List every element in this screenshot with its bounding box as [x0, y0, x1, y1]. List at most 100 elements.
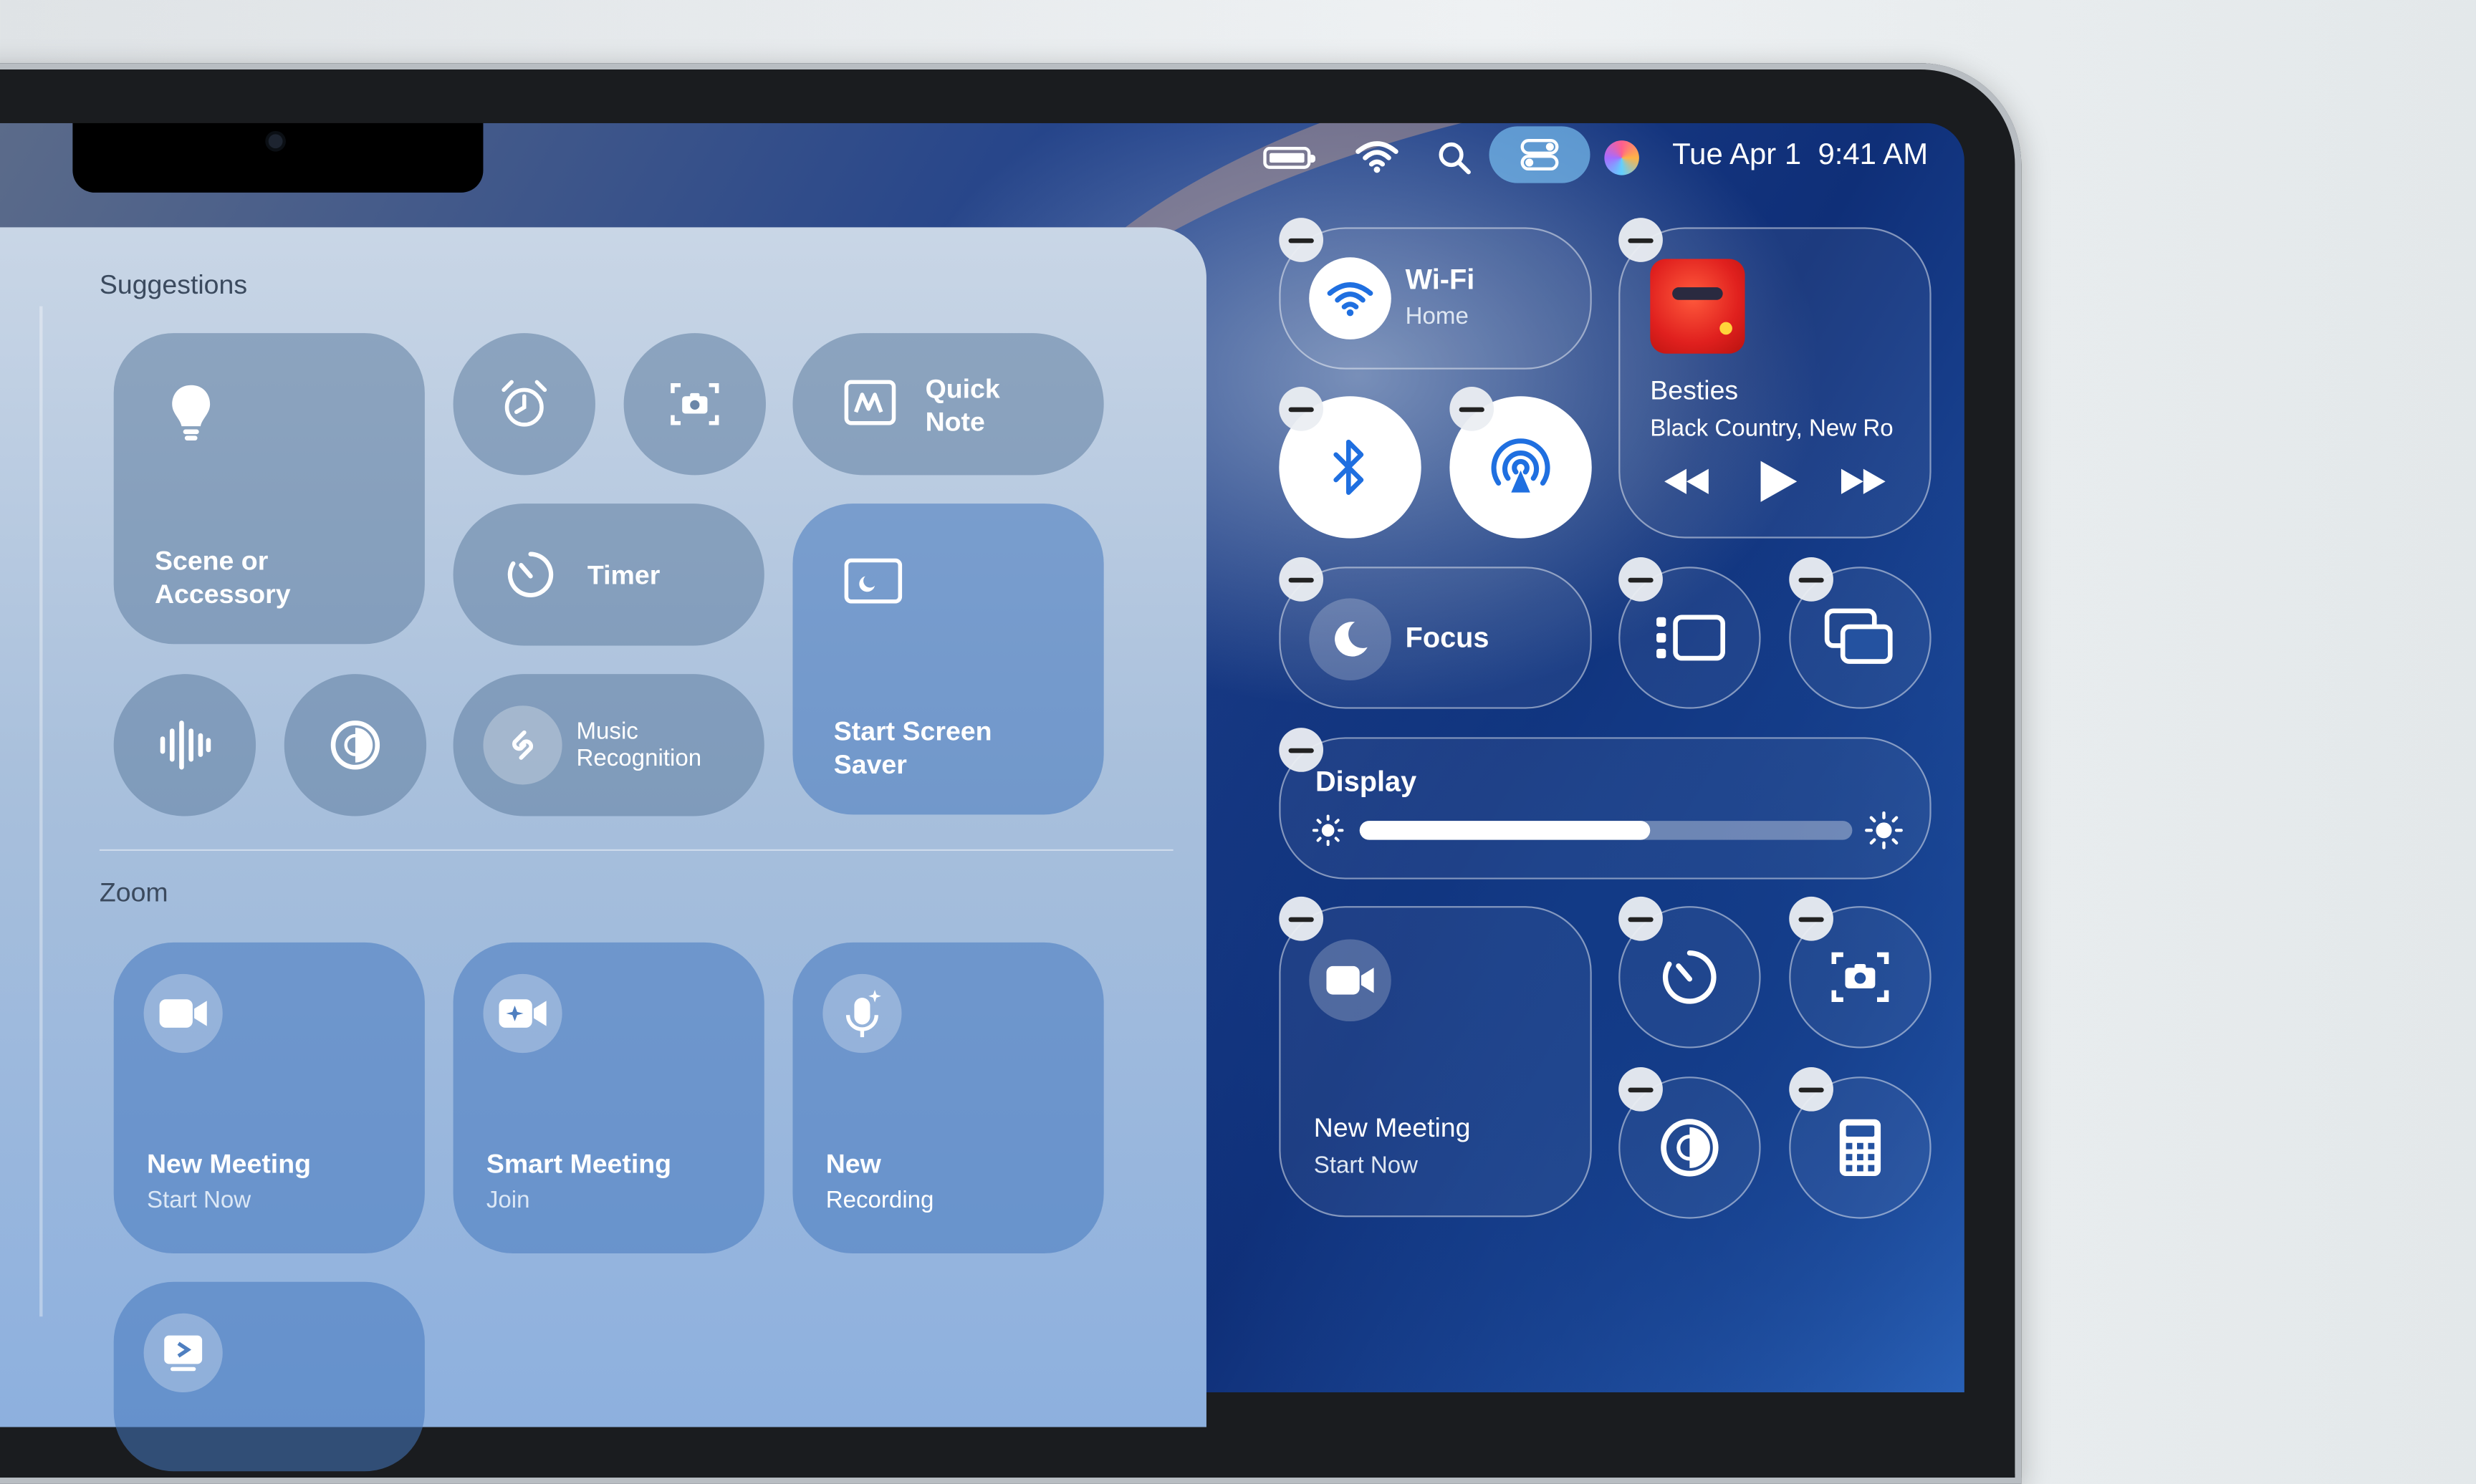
cc-screenshot-icon	[1831, 952, 1889, 1003]
menu-bar-date: Tue Apr 1	[1672, 138, 1802, 173]
stage-manager-icon	[1656, 615, 1725, 661]
remove-focus-button[interactable]	[1279, 557, 1324, 602]
play-icon[interactable]	[1756, 458, 1800, 505]
remove-display-button[interactable]	[1279, 728, 1324, 772]
next-track-icon[interactable]	[1838, 466, 1889, 497]
spotlight-search-icon[interactable]	[1437, 140, 1472, 183]
remove-meeting-button[interactable]	[1279, 896, 1324, 941]
cc-contrast-icon	[1661, 1119, 1719, 1177]
remove-calculator-button[interactable]	[1789, 1066, 1833, 1112]
screenshot-tile[interactable]	[623, 333, 766, 476]
stage: Tue Apr 1 9:41 AM Suggestions Scene or A…	[0, 0, 2476, 1484]
new-recording-sublabel: Recording	[825, 1187, 934, 1214]
remove-now-playing-button[interactable]	[1618, 218, 1663, 262]
start-screen-saver-tile[interactable]: Start Screen Saver	[792, 504, 1104, 815]
smart-meeting-sublabel: Join	[486, 1187, 530, 1214]
menu-bar: Tue Apr 1 9:41 AM	[1232, 123, 1958, 193]
alarm-tile[interactable]	[453, 333, 595, 476]
remove-wifi-button[interactable]	[1279, 218, 1324, 262]
menu-bar-clock[interactable]: Tue Apr 1 9:41 AM	[1672, 139, 1928, 173]
cc-wifi-tile[interactable]: Wi-Fi Home	[1279, 227, 1592, 370]
remove-screen-mirroring-button[interactable]	[1789, 557, 1833, 602]
shazam-icon	[483, 705, 562, 785]
scene-accessory-tile[interactable]: Scene or Accessory	[113, 333, 425, 645]
cc-wifi-title: Wi-Fi	[1405, 264, 1475, 296]
new-meeting-sublabel: Start Now	[146, 1187, 251, 1214]
screen-saver-icon	[843, 557, 903, 604]
airdrop-icon	[1491, 438, 1550, 493]
wifi-status-icon[interactable]	[1355, 139, 1399, 182]
brightness-low-icon	[1312, 814, 1344, 847]
zoom-smart-meeting-tile[interactable]: Smart Meeting Join	[453, 942, 764, 1254]
start-screen-saver-label: Start Screen Saver	[833, 716, 992, 780]
remove-bluetooth-button[interactable]	[1279, 387, 1324, 431]
cc-focus-label: Focus	[1405, 622, 1489, 654]
remove-airdrop-button[interactable]	[1449, 387, 1494, 431]
contrast-icon	[284, 674, 426, 816]
brightness-slider-fill	[1359, 821, 1651, 840]
cc-now-playing-tile[interactable]: Besties Black Country, New Ro	[1618, 227, 1932, 539]
screenshot-camera-icon	[624, 333, 766, 475]
microphone-sparkle-icon	[822, 973, 902, 1054]
cc-focus-tile[interactable]: Focus	[1279, 567, 1592, 709]
lightbulb-icon	[168, 380, 215, 443]
cc-wifi-icon	[1309, 257, 1391, 339]
music-recognition-tile[interactable]: Music Recognition	[453, 674, 764, 816]
zoom-heading: Zoom	[99, 877, 168, 908]
now-playing-title: Besties	[1650, 375, 1739, 406]
alarm-clock-icon	[454, 333, 595, 475]
gallery-scroll-line	[39, 306, 43, 1317]
now-playing-artist: Black Country, New Ro	[1650, 415, 1894, 443]
remove-stage-manager-button[interactable]	[1618, 557, 1663, 602]
control-center-icon[interactable]	[1489, 126, 1590, 183]
cc-display-label: Display	[1315, 765, 1417, 798]
zoom-share-screen-tile[interactable]	[113, 1281, 425, 1472]
video-camera-icon	[143, 973, 223, 1054]
cc-zoom-new-meeting-tile[interactable]: New Meeting Start Now	[1279, 906, 1592, 1218]
timer-label: Timer	[587, 560, 661, 591]
cc-timer-icon	[1662, 950, 1717, 1004]
bluetooth-icon	[1333, 439, 1364, 495]
new-recording-label: New	[825, 1149, 881, 1180]
brightness-high-icon	[1865, 811, 1903, 849]
cc-meeting-sub: Start Now	[1313, 1152, 1418, 1180]
siri-icon[interactable]	[1604, 140, 1639, 175]
album-art	[1650, 259, 1745, 354]
menu-bar-time: 9:41 AM	[1818, 138, 1929, 173]
quick-note-icon	[843, 377, 897, 428]
brightness-slider[interactable]	[1359, 821, 1853, 840]
camera-dot	[268, 134, 283, 149]
screen-mirroring-icon	[1824, 608, 1893, 664]
music-recognition-label-line1: Music	[576, 718, 638, 746]
zoom-new-meeting-tile[interactable]: New Meeting Start Now	[113, 942, 425, 1254]
calculator-icon	[1839, 1119, 1881, 1177]
zoom-new-recording-tile[interactable]: New Recording	[792, 942, 1104, 1254]
share-screen-icon	[143, 1313, 223, 1393]
cc-meeting-title: New Meeting	[1313, 1112, 1471, 1143]
cc-display-tile[interactable]: Display	[1279, 737, 1932, 880]
smart-meeting-label: Smart Meeting	[486, 1149, 672, 1180]
remove-timer-button[interactable]	[1618, 896, 1663, 941]
moon-icon	[1309, 598, 1391, 680]
cc-video-camera-icon	[1309, 939, 1391, 1022]
new-meeting-label: New Meeting	[146, 1149, 312, 1180]
waveform-icon	[114, 674, 256, 816]
suggestions-heading: Suggestions	[99, 269, 248, 300]
remove-dark-mode-button[interactable]	[1618, 1066, 1663, 1112]
quick-note-tile[interactable]: Quick Note	[792, 333, 1104, 476]
timer-tile[interactable]: Timer	[453, 504, 764, 646]
music-recognition-label-line2: Recognition	[576, 745, 702, 772]
scene-accessory-label: Scene or Accessory	[155, 546, 291, 610]
sound-recognition-tile[interactable]	[113, 674, 256, 816]
battery-icon[interactable]	[1263, 146, 1316, 169]
smart-video-icon	[483, 973, 562, 1054]
remove-screenshot-button[interactable]	[1789, 896, 1833, 941]
cc-wifi-network: Home	[1405, 303, 1469, 330]
quick-note-label-line1: Quick	[925, 374, 1000, 405]
quick-note-label-line2: Note	[925, 407, 985, 438]
dark-mode-tile[interactable]	[284, 674, 427, 816]
section-divider	[99, 849, 1174, 852]
previous-track-icon[interactable]	[1661, 466, 1712, 497]
camera-notch	[72, 122, 484, 193]
timer-icon	[504, 548, 557, 602]
